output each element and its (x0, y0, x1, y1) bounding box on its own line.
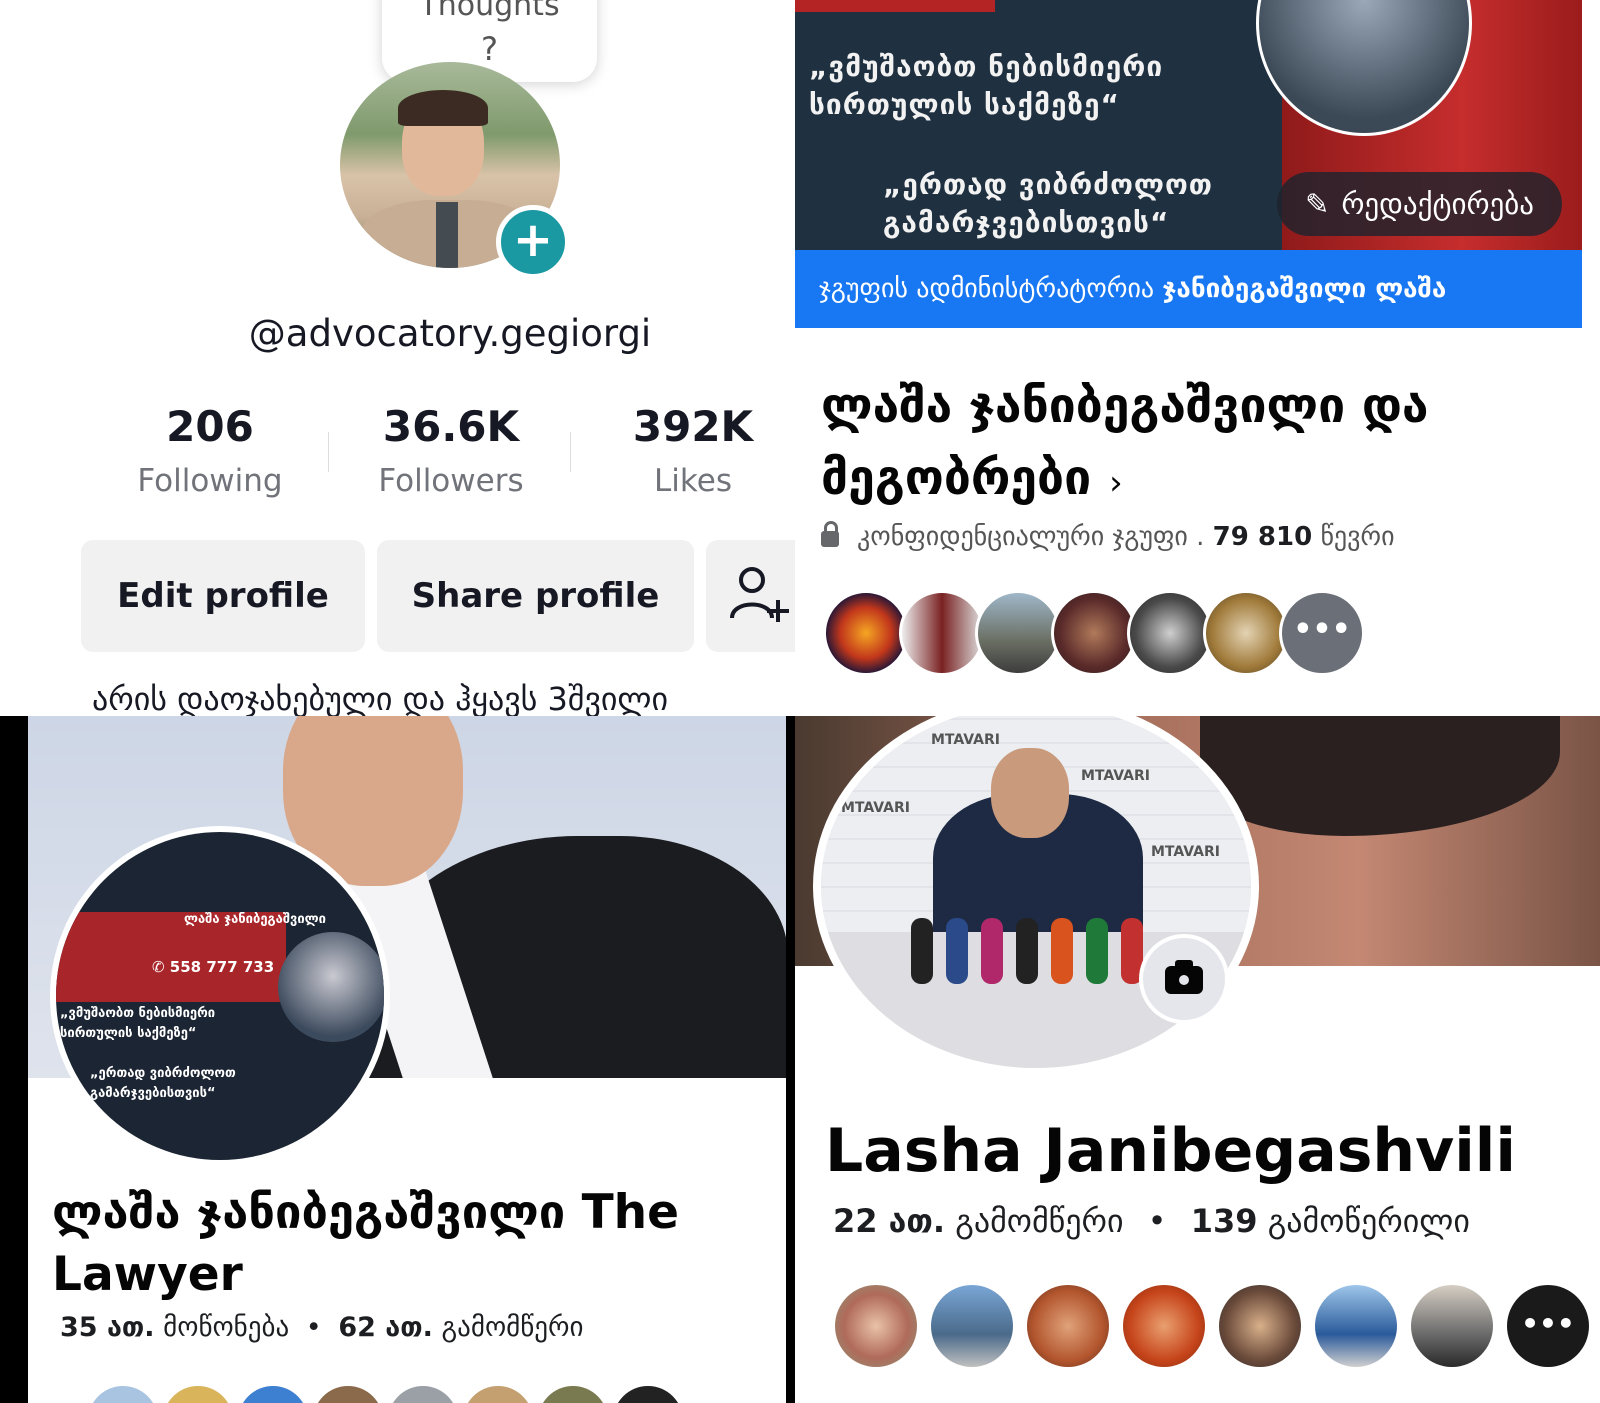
profile-picture[interactable]: MTAVARI MTAVARI MTAVARI MTAVARI (813, 716, 1259, 1076)
likes-label: Likes (654, 463, 732, 499)
member-count[interactable]: 79 810 (1213, 522, 1313, 552)
facebook-group-panel: „ვმუშაობთ ნებისმიერი სირთულის საქმეზე“ „… (795, 0, 1600, 716)
more-members-button[interactable]: ••• (1279, 590, 1365, 676)
divider (328, 432, 329, 472)
follower-avatar[interactable] (313, 1386, 383, 1403)
likes-label: მოწონება (163, 1312, 290, 1343)
following-stat[interactable]: 206 Following (90, 402, 330, 499)
group-cover-photo[interactable]: „ვმუშაობთ ნებისმიერი სირთულის საქმეზე“ „… (795, 0, 1582, 250)
follower-avatar[interactable] (1411, 1285, 1493, 1367)
avatar-quote-2: „ერთად ვიბრძოლოთ გამარჯვებისთვის“ (90, 1066, 236, 1101)
follower-avatar[interactable] (1027, 1285, 1109, 1367)
follower-avatar[interactable] (538, 1386, 608, 1403)
camera-icon[interactable] (1139, 934, 1229, 1024)
member-avatar[interactable] (1051, 590, 1137, 676)
edit-profile-button[interactable]: Edit profile (81, 540, 365, 652)
member-avatar[interactable] (823, 590, 909, 676)
follower-avatar[interactable] (1315, 1285, 1397, 1367)
followers-value[interactable]: 22 ათ. (833, 1202, 945, 1240)
followers-label: გამომწერი (955, 1202, 1124, 1240)
cover-quote-1: „ვმუშაობთ ნებისმიერი სირთულის საქმეზე“ (809, 50, 1164, 121)
profile-stats: 22 ათ. გამომწერი • 139 გამოწერილი (833, 1202, 1470, 1240)
following-value[interactable]: 139 (1191, 1202, 1258, 1240)
follower-avatar[interactable] (163, 1386, 233, 1403)
follower-avatar[interactable] (931, 1285, 1013, 1367)
avatar-quote-1: „ვმუშაობთ ნებისმიერი სირთულის საქმეზე“ (60, 1006, 216, 1041)
facebook-profile-panel: MTAVARI MTAVARI MTAVARI MTAVARI Lasha Ja… (795, 716, 1600, 1403)
phone-icon: ✆ (152, 958, 170, 976)
follower-avatar[interactable] (463, 1386, 533, 1403)
member-avatar[interactable] (1127, 590, 1213, 676)
admin-name-link[interactable]: ჯანიბეგაშვილი ლაშა (1162, 274, 1446, 304)
followers-value: 62 ათ. (338, 1312, 433, 1343)
following-count: 206 (166, 402, 254, 451)
members-label: წევრი (1320, 522, 1395, 552)
profile-name: Lasha Janibegashvili (825, 1116, 1516, 1186)
follower-avatar[interactable] (1219, 1285, 1301, 1367)
username-handle: @advocatory.gegiorgi (248, 312, 652, 355)
group-privacy: კონფიდენციალური ჯგუფი . (857, 522, 1205, 552)
wall-logo-text: MTAVARI (841, 800, 910, 816)
dot-separator: • (1147, 1202, 1167, 1240)
edit-cover-button[interactable]: ✎ რედაქტირება (1277, 172, 1562, 236)
cover-quote-2: „ერთად ვიბრძოლოთ გამარჯვებისთვის“ (883, 168, 1213, 239)
bio-text: არის დაოჯახებული და ჰყავს 3შვილი (92, 680, 669, 716)
member-avatar[interactable] (899, 590, 985, 676)
follower-avatar[interactable] (613, 1386, 683, 1403)
bubble-question-mark: ? (481, 30, 498, 68)
pencil-icon: ✎ (1305, 187, 1330, 221)
dot-separator: • (305, 1312, 322, 1343)
group-meta: კონფიდენციალური ჯგუფი . 79 810 წევრი (821, 521, 1395, 552)
followers-count: 36.6K (382, 402, 520, 451)
following-label: გამოწერილი (1267, 1202, 1470, 1240)
wall-logo-text: MTAVARI (1081, 768, 1150, 784)
followers-stat[interactable]: 36.6K Followers (331, 402, 571, 499)
divider (570, 432, 571, 472)
avatar-phone: ✆ 558 777 733 (152, 958, 275, 976)
followers-label: გამომწერი (441, 1312, 584, 1343)
chevron-right-icon: › (1109, 463, 1123, 503)
follower-avatar[interactable] (238, 1386, 308, 1403)
bubble-text: Thoughts (419, 0, 560, 23)
member-avatar[interactable] (975, 590, 1061, 676)
group-title-text: ლაშა ჯანიბეგაშვილი და მეგობრები (821, 378, 1429, 506)
likes-value: 35 ათ. (60, 1312, 155, 1343)
share-profile-button[interactable]: Share profile (377, 540, 694, 652)
followers-label: Followers (378, 463, 524, 499)
group-title[interactable]: ლაშა ჯანიბეგაშვილი და მეგობრები › (821, 370, 1541, 519)
admin-banner[interactable]: ჯგუფის ადმინისტრატორია ჯანიბეგაშვილი ლაშ… (795, 250, 1582, 328)
tiktok-profile-panel: Thoughts ? + @advocatory.gegiorgi 206 Fo… (0, 0, 795, 716)
wall-logo-text: MTAVARI (931, 732, 1000, 748)
lock-icon (821, 521, 839, 547)
member-avatar[interactable] (1203, 590, 1289, 676)
more-followers-button[interactable]: ••• (1507, 1285, 1589, 1367)
page-name: ლაშა ჯანიბეგაშვილი The Lawyer (52, 1185, 679, 1302)
avatar-name-text: ლაშა ჯანიბეგაშვილი (184, 912, 326, 927)
following-label: Following (137, 463, 283, 499)
edit-label: რედაქტირება (1341, 187, 1534, 221)
wall-logo-text: MTAVARI (1151, 844, 1220, 860)
add-friend-icon (730, 567, 789, 622)
follower-avatar[interactable] (835, 1285, 917, 1367)
facebook-page-panel: ლაშა ჯანიბეგაშვილი ✆ 558 777 733 „ვმუშაო… (0, 716, 795, 1403)
page-profile-picture[interactable]: ლაშა ჯანიბეგაშვილი ✆ 558 777 733 „ვმუშაო… (50, 826, 390, 1166)
follower-avatar[interactable] (1123, 1285, 1205, 1367)
follower-avatar[interactable] (388, 1386, 458, 1403)
page-stats: 35 ათ. მოწონება • 62 ათ. გამომწერი (60, 1312, 583, 1343)
likes-stat[interactable]: 392K Likes (573, 402, 795, 499)
admin-prefix: ჯგუფის ადმინისტრატორია (819, 274, 1155, 304)
likes-count: 392K (632, 402, 754, 451)
plus-icon[interactable]: + (496, 205, 570, 279)
follower-avatar[interactable] (88, 1386, 158, 1403)
add-friend-button[interactable] (706, 540, 795, 652)
